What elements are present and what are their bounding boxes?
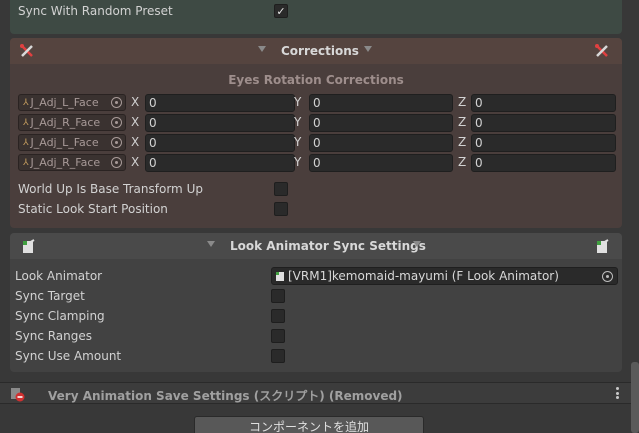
- axis-y-label: Y: [294, 115, 302, 129]
- x-field[interactable]: 0: [145, 114, 295, 132]
- y-field[interactable]: 0: [309, 94, 453, 112]
- corrections-panel: Corrections Eyes Rotation Corrections ⅄ …: [10, 38, 622, 228]
- sync-random-preset-checkbox[interactable]: ✓: [274, 4, 288, 18]
- sync-clamping-checkbox[interactable]: [271, 309, 285, 323]
- static-look-label: Static Look Start Position: [18, 202, 168, 216]
- look-sync-header[interactable]: Look Animator Sync Settings: [10, 233, 622, 259]
- z-field[interactable]: 0: [471, 134, 616, 152]
- object-picker-icon[interactable]: [602, 271, 613, 282]
- inspector: Sync With Random Preset ✓ Corrections Ey…: [0, 0, 639, 433]
- object-picker-icon[interactable]: [111, 157, 122, 168]
- bone-name: J_Adj_L_Face: [30, 96, 99, 109]
- axis-y-label: Y: [294, 95, 302, 109]
- bone-icon: ⅄: [23, 137, 29, 148]
- bone-field[interactable]: ⅄ J_Adj_L_Face: [18, 134, 126, 151]
- eye-icon-left: [23, 239, 35, 253]
- sync-random-preset-label: Sync With Random Preset: [18, 4, 173, 18]
- eye-icon-right: [597, 239, 609, 253]
- y-field[interactable]: 0: [309, 154, 453, 172]
- sync-use-amount-checkbox[interactable]: [271, 349, 285, 363]
- kebab-menu-icon[interactable]: [615, 387, 619, 399]
- world-up-label: World Up Is Base Transform Up: [18, 182, 203, 196]
- component-header[interactable]: Very Animation Save Settings (スクリプト) (Re…: [0, 382, 639, 404]
- collapse-triangle-icon: [207, 241, 215, 247]
- wrench-icon-right: [595, 44, 608, 57]
- axis-y-label: Y: [294, 135, 302, 149]
- y-field[interactable]: 0: [309, 114, 453, 132]
- z-field[interactable]: 0: [471, 94, 616, 112]
- axis-z-label: Z: [458, 155, 467, 169]
- sync-use-amount-label: Sync Use Amount: [15, 349, 122, 363]
- sync-ranges-checkbox[interactable]: [271, 329, 285, 343]
- static-look-checkbox[interactable]: [274, 202, 288, 216]
- bone-field[interactable]: ⅄ J_Adj_R_Face: [18, 154, 126, 171]
- axis-z-label: Z: [458, 95, 467, 109]
- sync-clamping-label: Sync Clamping: [15, 309, 105, 323]
- look-animator-icon: [276, 272, 284, 281]
- axis-x-label: X: [131, 135, 140, 149]
- axis-x-label: X: [131, 95, 140, 109]
- look-animator-value: [VRM1]kemomaid-mayumi (F Look Animator): [288, 269, 559, 283]
- look-sync-title: Look Animator Sync Settings: [230, 239, 426, 253]
- bone-icon: ⅄: [23, 97, 29, 108]
- script-removed-icon: [11, 388, 25, 402]
- z-field[interactable]: 0: [471, 114, 616, 132]
- bone-field[interactable]: ⅄ J_Adj_R_Face: [18, 114, 126, 131]
- collapse-triangle-icon: [258, 46, 266, 52]
- sync-target-label: Sync Target: [15, 289, 85, 303]
- object-picker-icon[interactable]: [111, 137, 122, 148]
- z-field[interactable]: 0: [471, 154, 616, 172]
- look-animator-label: Look Animator: [15, 269, 103, 283]
- add-component-button[interactable]: コンポーネントを追加: [194, 416, 424, 433]
- eyes-rotation-subtitle: Eyes Rotation Corrections: [228, 73, 404, 87]
- bone-field[interactable]: ⅄ J_Adj_L_Face: [18, 94, 126, 111]
- corrections-title: Corrections: [281, 44, 359, 58]
- x-field[interactable]: 0: [145, 94, 295, 112]
- y-field[interactable]: 0: [309, 134, 453, 152]
- x-field[interactable]: 0: [145, 154, 295, 172]
- wrench-icon-left: [20, 44, 33, 57]
- sync-target-checkbox[interactable]: [271, 289, 285, 303]
- bone-icon: ⅄: [23, 157, 29, 168]
- bone-name: J_Adj_L_Face: [30, 136, 99, 149]
- axis-z-label: Z: [458, 115, 467, 129]
- axis-y-label: Y: [294, 155, 302, 169]
- object-picker-icon[interactable]: [111, 117, 122, 128]
- bone-name: J_Adj_R_Face: [30, 156, 101, 169]
- axis-x-label: X: [131, 115, 140, 129]
- look-animator-field[interactable]: [VRM1]kemomaid-mayumi (F Look Animator): [271, 267, 618, 285]
- axis-z-label: Z: [458, 135, 467, 149]
- look-sync-panel: Look Animator Sync Settings Look Animato…: [10, 233, 622, 372]
- scrollbar[interactable]: [631, 362, 639, 433]
- sync-preset-panel: Sync With Random Preset ✓: [10, 0, 622, 34]
- axis-x-label: X: [131, 155, 140, 169]
- world-up-checkbox[interactable]: [274, 182, 288, 196]
- collapse-triangle-icon: [413, 241, 421, 247]
- collapse-triangle-icon: [364, 46, 372, 52]
- sync-ranges-label: Sync Ranges: [15, 329, 93, 343]
- component-title: Very Animation Save Settings (スクリプト) (Re…: [48, 389, 403, 403]
- object-picker-icon[interactable]: [111, 97, 122, 108]
- bone-name: J_Adj_R_Face: [30, 116, 101, 129]
- bone-icon: ⅄: [23, 117, 29, 128]
- x-field[interactable]: 0: [145, 134, 295, 152]
- corrections-header[interactable]: Corrections: [10, 38, 622, 64]
